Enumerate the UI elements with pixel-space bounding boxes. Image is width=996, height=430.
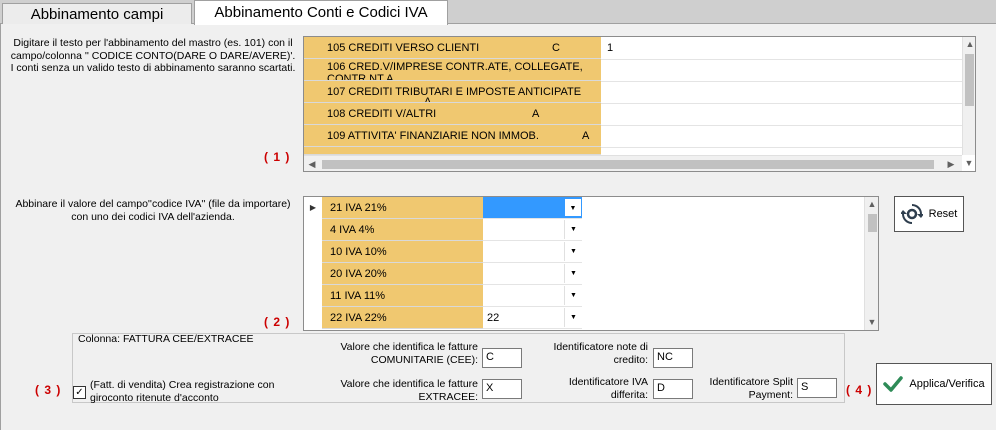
iva-label: 4 IVA 4% [330,224,375,236]
scroll-thumb[interactable] [322,160,934,169]
iva-select[interactable]: 22 ▼ [483,307,582,329]
checkmark-icon: ✓ [75,387,84,398]
iva-description: Abbinare il valore del campo''codice IVA… [15,198,291,223]
table-row[interactable]: 105 CREDITI VERSO CLIENTI C [304,37,601,59]
iva-label: 11 IVA 11% [330,290,386,302]
conto-section: A [582,130,590,142]
conti-grid[interactable]: 105 CREDITI VERSO CLIENTI C 1 106 CRED.V… [303,36,976,172]
table-row [304,147,601,155]
reset-button[interactable]: Reset [894,196,964,232]
conto-label: 108 CREDITI V/ALTRI [327,108,437,120]
conto-section: A [532,108,540,120]
iva-select[interactable]: ▼ [483,219,582,241]
table-row[interactable]: 22 IVA 22% [322,307,483,329]
table-row[interactable]: 11 IVA 11% [322,285,483,307]
scroll-down-icon[interactable]: ▼ [865,317,878,327]
table-row[interactable]: 106 CRED.V/IMPRESE CONTR.ATE, COLLEGATE,… [304,59,601,81]
extracee-label: Valore che identifica le fatture EXTRACE… [340,378,478,403]
table-row[interactable]: 4 IVA 4% [322,219,483,241]
chevron-down-icon[interactable]: ▼ [564,286,582,305]
table-row[interactable]: 10 IVA 10% [322,241,483,263]
conti-description: Digitare il testo per l'abbinamento del … [10,37,296,74]
check-icon [883,376,904,392]
nc-input[interactable]: NC [653,348,693,368]
iva-label: 21 IVA 21% [330,202,387,214]
table-row[interactable]: 109 ATTIVITA' FINANZIARIE NON IMMOB. A [304,125,601,147]
chevron-down-icon[interactable]: ▼ [564,308,582,327]
iva-select[interactable]: ▼ [483,263,582,285]
apply-label: Applica/Verifica [909,378,985,390]
apply-verify-button[interactable]: Applica/Verifica [876,363,992,405]
marker-2: ( 2 ) [264,315,291,329]
scroll-down-icon[interactable]: ▼ [962,158,975,168]
chevron-down-icon[interactable]: ▼ [564,264,582,283]
reset-label: Reset [928,208,958,220]
cee-input[interactable]: C [482,348,522,368]
chevron-down-icon[interactable]: ▼ [564,242,582,261]
scroll-right-icon[interactable]: ▶ [944,159,958,170]
current-row-indicator-icon: ▶ [309,203,317,212]
tab-abbinamento-campi[interactable]: Abbinamento campi [2,3,192,24]
scroll-up-icon[interactable]: ▲ [963,39,975,49]
iva-diff-input[interactable]: D [653,379,693,399]
conto-label: 107 CREDITI TRIBUTARI E IMPOSTE ANTICIPA… [327,86,582,98]
marker-4: ( 4 ) [846,383,873,397]
iva-grid[interactable]: ▶ 21 IVA 21% ▼ 4 IVA 4% ▼ 10 IVA 10% ▼ 2… [303,196,879,331]
iva-label: 10 IVA 10% [330,246,387,258]
extracee-input[interactable]: X [482,379,522,399]
table-row[interactable]: 20 IVA 20% [322,263,483,285]
table-row[interactable]: 21 IVA 21% [322,197,483,219]
conto-value[interactable]: 1 [607,42,613,54]
ritenute-checkbox-label[interactable]: (Fatt. di vendita) Crea registrazione co… [90,379,290,404]
iva-select[interactable]: ▼ [483,285,582,307]
ritenute-checkbox[interactable]: ✓ [73,386,86,399]
conto-label: 105 CREDITI VERSO CLIENTI [327,42,480,54]
chevron-down-icon[interactable]: ▼ [564,220,582,239]
iva-label: 22 IVA 22% [330,312,387,324]
conto-label: 106 CRED.V/IMPRESE CONTR.ATE, COLLEGATE,… [327,61,583,81]
marker-1: ( 1 ) [264,150,291,164]
split-label: Identificatore Split Payment: [709,376,793,401]
nc-label: Identificatore note di credito: [553,341,648,366]
refresh-icon [900,204,923,224]
scroll-thumb[interactable] [868,214,877,232]
conto-label: 109 ATTIVITA' FINANZIARIE NON IMMOB. [327,130,539,142]
iva-vertical-scrollbar[interactable]: ▲ ▼ [864,197,878,330]
iva-select[interactable]: ▼ [483,241,582,263]
conto-section: A [424,96,432,103]
table-row[interactable]: 107 CREDITI TRIBUTARI E IMPOSTE ANTICIPA… [304,81,601,103]
tab-bar: Abbinamento campi Abbinamento Conti e Co… [0,0,996,25]
table-row[interactable]: 108 CREDITI V/ALTRI A [304,103,601,125]
chevron-down-icon[interactable]: ▼ [564,198,582,217]
iva-diff-label: Identificatore IVA differita: [568,376,648,401]
tab-abbinamento-conti-iva[interactable]: Abbinamento Conti e Codici IVA [194,0,448,25]
iva-value: 22 [487,312,500,324]
scroll-thumb[interactable] [965,54,974,106]
scroll-left-icon[interactable]: ◀ [305,159,319,170]
conto-section: C [552,42,560,54]
cee-label: Valore che identifica le fatture COMUNIT… [340,341,478,366]
marker-3: ( 3 ) [35,383,62,397]
conti-horizontal-scrollbar[interactable]: ◀ ▶ [304,155,962,171]
split-input[interactable]: S [797,378,837,398]
conti-vertical-scrollbar[interactable]: ▲ [962,37,975,155]
iva-select[interactable]: ▼ [483,197,582,219]
column-label: Colonna: FATTURA CEE/EXTRACEE [78,333,254,345]
scroll-up-icon[interactable]: ▲ [865,199,878,209]
iva-label: 20 IVA 20% [330,268,387,280]
